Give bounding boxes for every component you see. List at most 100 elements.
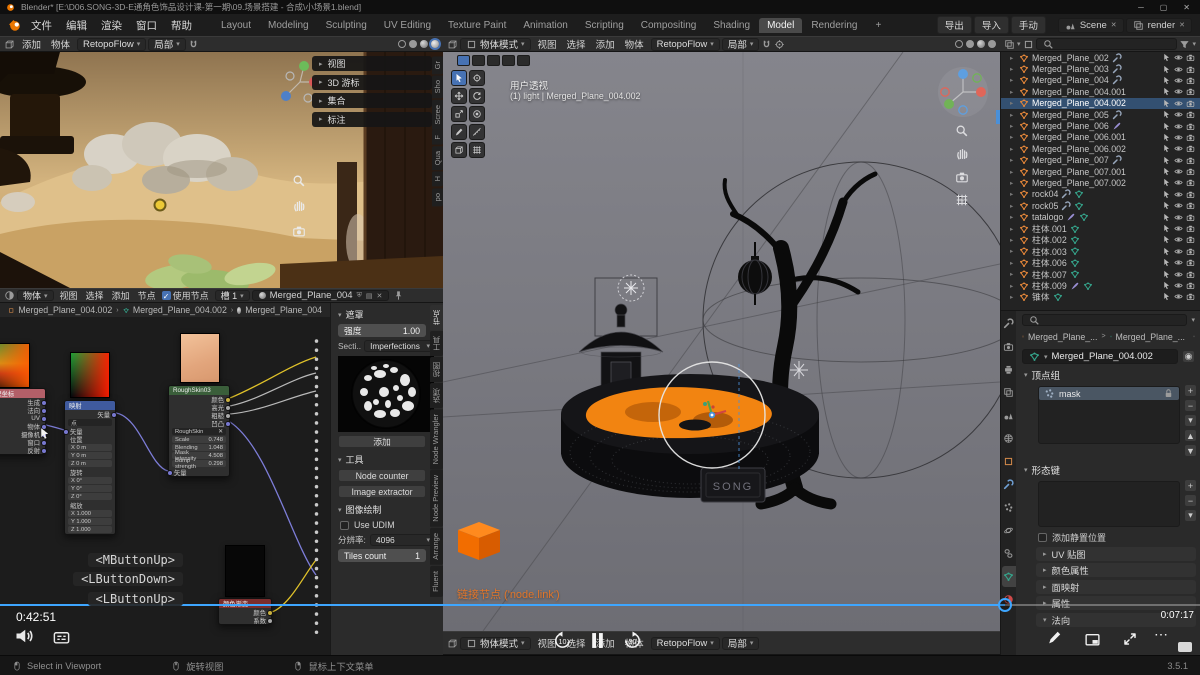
node-row[interactable]: Y 1.000 <box>68 518 112 525</box>
outliner-row[interactable]: ▸ 锥体 <box>1001 291 1200 302</box>
hide-eye-toggle-icon[interactable] <box>1174 213 1183 222</box>
group-node[interactable]: RoughSkin03 颜色高光粗糙凹凸 RoughSkin✕ Scale0.7… <box>168 385 230 477</box>
section-dropdown[interactable]: Imperfections▾ <box>364 340 436 352</box>
render-camera-toggle-icon[interactable] <box>1186 65 1195 74</box>
selectable-toggle-icon[interactable] <box>1162 110 1171 119</box>
shader-type-dropdown[interactable]: 物体▾ <box>17 290 54 301</box>
rest-position-checkbox[interactable] <box>1038 533 1047 542</box>
pause-button[interactable] <box>590 632 605 649</box>
viewport-3d[interactable]: SONG <box>443 52 1000 631</box>
imperfection-texture-preview[interactable] <box>338 356 434 432</box>
properties-tab-modifier-icon[interactable] <box>1003 479 1014 490</box>
tool-extra[interactable] <box>469 142 485 158</box>
tool-move[interactable] <box>451 88 467 104</box>
outliner-row[interactable]: ▸ Merged_Plane_007 <box>1001 155 1200 166</box>
more-options-icon[interactable]: ⋯ <box>1154 626 1168 643</box>
editor-type-icon[interactable] <box>4 290 15 301</box>
render-camera-toggle-icon[interactable] <box>1186 270 1195 279</box>
selectable-toggle-icon[interactable] <box>1162 144 1171 153</box>
workspace-tab[interactable]: UV Editing <box>376 18 439 33</box>
hide-eye-toggle-icon[interactable] <box>1174 258 1183 267</box>
node-row[interactable]: Y 0 m <box>68 452 112 459</box>
hide-eye-toggle-icon[interactable] <box>1174 235 1183 244</box>
hide-eye-toggle-icon[interactable] <box>1174 224 1183 233</box>
ramp-node[interactable]: 颜色渐变 颜色系数 <box>218 598 272 625</box>
render-camera-toggle-icon[interactable] <box>1186 167 1195 176</box>
zoom-icon[interactable] <box>292 174 306 188</box>
render-camera-toggle-icon[interactable] <box>1186 53 1195 62</box>
viewport-menu[interactable]: 物体 <box>620 37 649 51</box>
shading-solid-icon[interactable] <box>409 40 417 48</box>
side-tab[interactable]: Qua <box>432 146 443 170</box>
node-row[interactable]: Z 0° <box>68 493 112 500</box>
skip-forward-30-button[interactable]: 30 <box>623 631 642 650</box>
collapsed-panel[interactable]: ▸属性 <box>1036 596 1196 610</box>
selectable-toggle-icon[interactable] <box>1162 76 1171 85</box>
mapping-node[interactable]: 映射 矢量点矢量位置X 0 mY 0 mZ 0 m旋转X 0°Y 0°Z 0°缩… <box>64 400 116 535</box>
skip-back-10-button[interactable]: 10 <box>553 631 572 650</box>
add-workspace-button[interactable]: + <box>867 18 889 33</box>
tool-add-cube[interactable] <box>451 142 467 158</box>
sidebar-tab[interactable]: 选项 <box>430 383 443 408</box>
render-camera-toggle-icon[interactable] <box>1186 247 1195 256</box>
use-nodes-checkbox[interactable]: ✓ <box>162 291 171 300</box>
side-tab[interactable]: Scree <box>432 100 443 130</box>
tool-button[interactable]: Node counter <box>338 469 426 482</box>
editor-type-icon[interactable] <box>1004 39 1015 50</box>
viewport-menu[interactable]: 添加 <box>591 37 620 51</box>
hide-eye-toggle-icon[interactable] <box>1174 133 1183 142</box>
properties-tab-physics-icon[interactable] <box>1003 525 1014 536</box>
pin-icon[interactable] <box>393 290 404 301</box>
tool-scale[interactable] <box>451 106 467 122</box>
shading-wireframe-icon[interactable] <box>398 40 406 48</box>
grid-toggle-icon[interactable] <box>955 193 969 207</box>
hide-eye-toggle-icon[interactable] <box>1174 201 1183 210</box>
render-camera-toggle-icon[interactable] <box>1186 258 1195 267</box>
outliner-row[interactable]: ▸ Merged_Plane_006.001 <box>1001 132 1200 143</box>
edit-pencil-icon[interactable] <box>1046 629 1063 646</box>
workspace-tab[interactable]: Modeling <box>260 18 317 33</box>
selectable-toggle-icon[interactable] <box>1162 156 1171 165</box>
hide-eye-toggle-icon[interactable] <box>1174 144 1183 153</box>
selectable-toggle-icon[interactable] <box>1162 53 1171 62</box>
node-param[interactable]: Scale0.748 <box>172 436 226 443</box>
mode-dropdown[interactable]: 物体模式▾ <box>460 637 531 650</box>
outliner-search-input[interactable] <box>1036 38 1178 50</box>
sidebar-tab[interactable]: Node Wrangler <box>430 409 443 469</box>
render-camera-toggle-icon[interactable] <box>1186 76 1195 85</box>
tiles-count-field[interactable]: Tiles count1 <box>338 549 426 562</box>
filter-funnel-icon[interactable] <box>1179 39 1190 50</box>
exit-fullscreen-icon[interactable] <box>1122 631 1138 647</box>
editor-type-icon[interactable] <box>447 39 458 50</box>
properties-tab-render-icon[interactable] <box>1003 341 1014 352</box>
vertex-group-list[interactable]: mask <box>1038 386 1180 444</box>
render-camera-toggle-icon[interactable] <box>1186 178 1195 187</box>
render-preview-viewport[interactable]: ▸ 视图 ▸ 3D 游标 ▸ 集合 ▸ 标注 GrShoScreeFQuaHpo <box>0 52 443 288</box>
snap-magnet-icon[interactable] <box>761 39 772 50</box>
sidebar-tab[interactable]: Node Preview <box>430 470 443 527</box>
hide-eye-toggle-icon[interactable] <box>1174 87 1183 96</box>
render-camera-toggle-icon[interactable] <box>1186 156 1195 165</box>
selectable-toggle-icon[interactable] <box>1162 213 1171 222</box>
shape-key-list[interactable] <box>1038 481 1180 527</box>
shading-material-icon[interactable] <box>977 40 985 48</box>
panel-title[interactable]: 遮罩 <box>346 308 364 321</box>
shader-menu[interactable]: 选择 <box>82 289 108 302</box>
overlay-menu-item[interactable]: ▸ 标注 <box>312 112 432 127</box>
retopoflow-menu[interactable]: RetopoFlow▾ <box>77 38 146 51</box>
camera-view-icon[interactable] <box>292 224 306 238</box>
display-mode-icon[interactable] <box>1023 39 1034 50</box>
properties-tab-tool-icon[interactable] <box>1003 318 1014 329</box>
node-output[interactable]: 反射 <box>0 446 45 454</box>
crumb-data[interactable]: Merged_Plane_... <box>1116 332 1185 342</box>
side-tab[interactable]: Sho <box>432 75 443 98</box>
side-tab[interactable]: F <box>432 130 443 145</box>
pan-hand-icon[interactable] <box>292 199 306 213</box>
hide-eye-toggle-icon[interactable] <box>1174 76 1183 85</box>
hide-eye-toggle-icon[interactable] <box>1174 110 1183 119</box>
properties-tab-viewlayer-icon[interactable] <box>1003 387 1014 398</box>
outliner-row[interactable]: ▸ 柱体.009 <box>1001 280 1200 291</box>
selectable-toggle-icon[interactable] <box>1162 178 1171 187</box>
retopoflow-menu[interactable]: RetopoFlow▾ <box>651 38 720 51</box>
selectable-toggle-icon[interactable] <box>1162 133 1171 142</box>
